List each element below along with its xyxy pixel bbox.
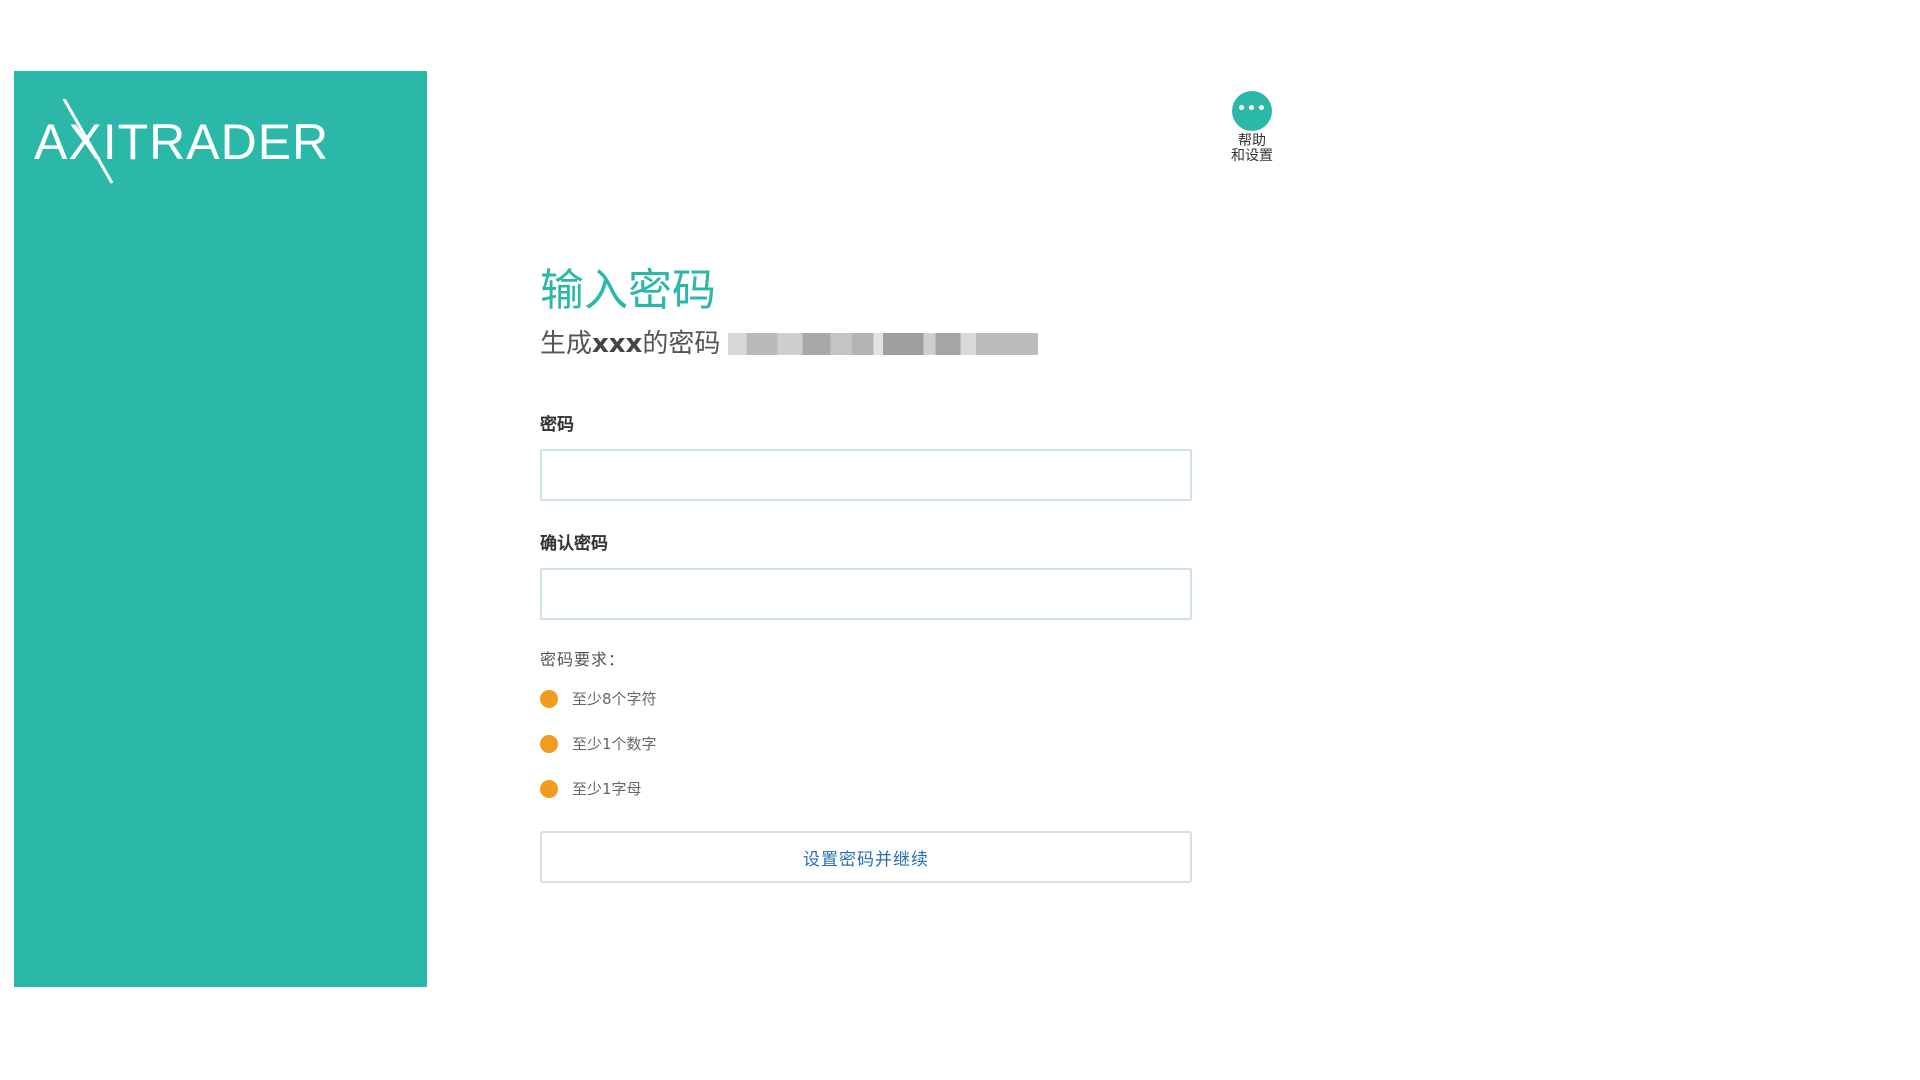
axitrader-logo: AXITRADER: [34, 99, 328, 184]
brand-sidebar: AXITRADER: [14, 71, 427, 987]
password-label: 密码: [540, 415, 574, 435]
requirements-title: 密码要求：: [540, 650, 626, 669]
subtitle-prefix: 生成: [540, 329, 593, 359]
subtitle-suffix: 的密码: [642, 329, 721, 359]
requirement-text: 至少1字母: [572, 780, 642, 798]
password-form-panel: 输入密码 生成 xxx 的密码 密码 确认密码 密码要求： 至少8个字符 至少1个数…: [540, 262, 1192, 883]
password-input[interactable]: [540, 449, 1192, 501]
help-label: 帮助 和设置: [1231, 133, 1273, 164]
subtitle-name: xxx: [592, 329, 643, 359]
requirement-item: 至少1字母: [540, 766, 1192, 811]
page-subtitle: 生成 xxx 的密码: [540, 326, 1192, 362]
set-password-continue-button[interactable]: 设置密码并继续: [540, 831, 1192, 883]
requirement-text: 至少1个数字: [572, 735, 657, 753]
status-dot-icon: [540, 689, 558, 708]
status-dot-icon: [540, 779, 558, 798]
page-title: 输入密码: [540, 265, 716, 316]
confirm-password-input[interactable]: [540, 568, 1192, 620]
page: AXITRADER ••• 帮助 和设置 输入密码 生成 xxx 的密码 密码 确认…: [0, 0, 1920, 1080]
help-and-settings-button[interactable]: ••• 帮助 和设置: [1210, 91, 1294, 164]
requirements-list: 至少8个字符 至少1个数字 至少1字母: [540, 676, 1192, 811]
confirm-password-label: 确认密码: [540, 534, 608, 554]
more-dots-icon[interactable]: •••: [1232, 91, 1272, 131]
redacted-email: [728, 333, 1039, 355]
status-dot-icon: [540, 734, 558, 753]
requirement-text: 至少8个字符: [572, 690, 657, 708]
requirement-item: 至少1个数字: [540, 721, 1192, 766]
requirement-item: 至少8个字符: [540, 676, 1192, 721]
